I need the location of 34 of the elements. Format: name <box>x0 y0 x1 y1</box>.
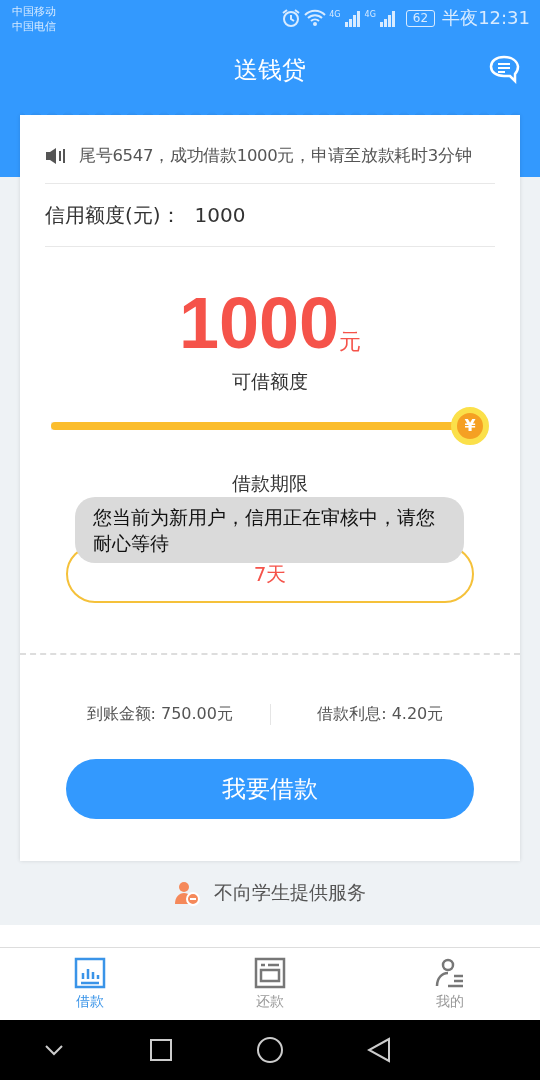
amount-unit: 元 <box>339 328 362 356</box>
signal-icon <box>343 9 362 27</box>
student-notice: 不向学生提供服务 <box>214 880 366 905</box>
recents-icon[interactable] <box>148 1038 173 1062</box>
borrow-button[interactable]: 我要借款 <box>66 759 474 819</box>
signal-icon <box>378 9 397 27</box>
app-title: 送钱贷 <box>234 55 306 86</box>
battery-indicator: 62 <box>405 9 436 27</box>
nav-tab[interactable]: 借款 <box>0 948 180 1020</box>
speaker-icon <box>45 146 67 166</box>
nav-tab[interactable]: 还款 <box>180 948 360 1020</box>
wifi-icon <box>304 9 327 27</box>
summary-text: 到账金额: 750.00元 <box>85 703 234 725</box>
alarm-icon <box>281 8 302 28</box>
back-icon[interactable] <box>367 1037 392 1063</box>
network-label: 4G <box>329 10 341 19</box>
credit-value: 1000 <box>194 203 246 227</box>
amount-caption: 可借额度 <box>232 369 308 394</box>
user-blocked-icon <box>174 880 200 906</box>
chat-icon[interactable] <box>488 54 520 84</box>
credit-label: 信用额度(元)： <box>45 201 181 229</box>
carrier-name: 中国电信 <box>12 19 56 34</box>
amount-slider[interactable]: ¥ <box>51 407 489 445</box>
summary-text: 借款利息: 4.20元 <box>269 703 490 725</box>
nav-tab[interactable]: 我的 <box>360 948 540 1020</box>
status-time: 半夜12:31 <box>442 6 530 30</box>
review-toast: 您当前为新用户，信用正在审核中，请您耐心等待 <box>75 497 464 563</box>
home-icon[interactable] <box>255 1036 284 1064</box>
network-label: 4G <box>364 10 376 19</box>
amount-value: 1000 <box>178 285 340 361</box>
period-label: 借款期限 <box>232 471 308 496</box>
loan-notice: 尾号6547，成功借款1000元，申请至放款耗时3分钟 <box>79 145 472 167</box>
slider-thumb[interactable]: ¥ <box>451 407 489 445</box>
carrier-name: 中国移动 <box>12 4 56 19</box>
